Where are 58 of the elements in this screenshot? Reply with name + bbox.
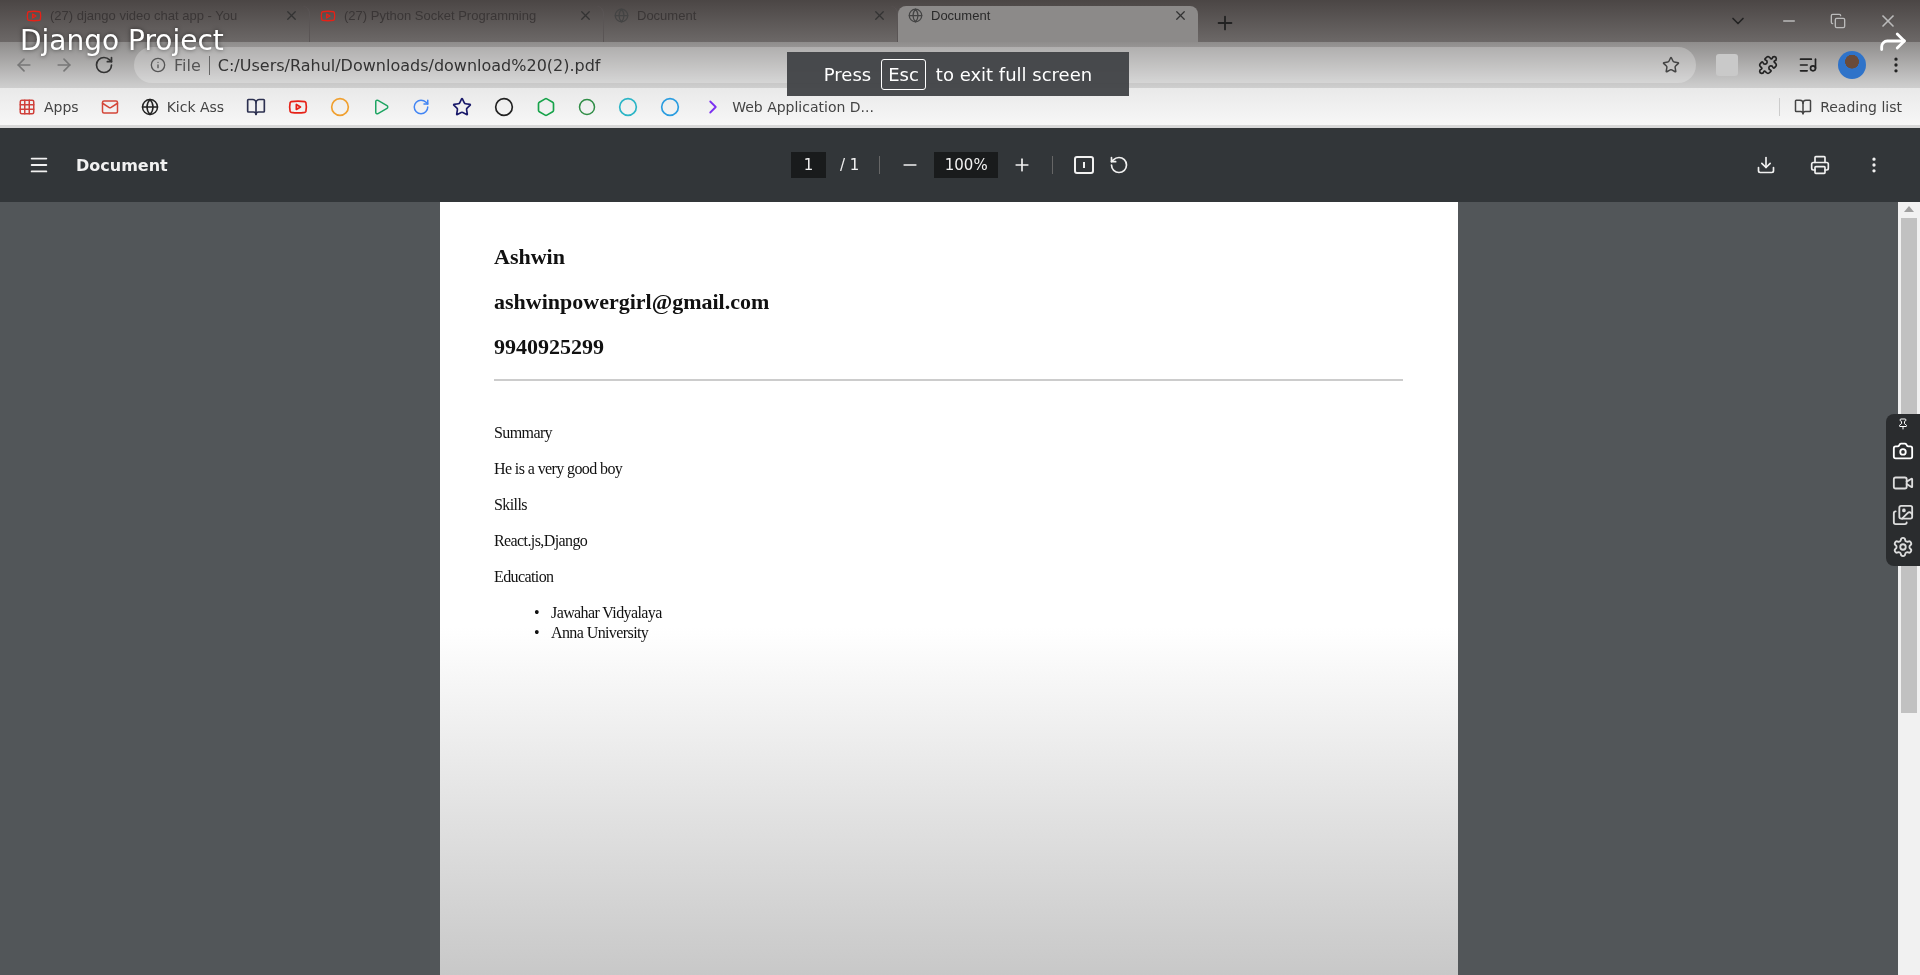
apps-icon xyxy=(18,97,36,116)
bookmark[interactable]: Apps xyxy=(18,97,79,116)
list-item: Anna University xyxy=(551,623,649,643)
list-icon xyxy=(1794,97,1813,116)
heading: 9940925299 xyxy=(494,334,605,360)
paragraph: Summary xyxy=(494,423,554,443)
list-item: Jawahar Vidyalaya xyxy=(551,603,662,623)
url-text: C:/Users/Rahul/Downloads/download%20(2).pdf xyxy=(217,55,601,75)
reload-icon[interactable] xyxy=(94,55,114,75)
globe-icon xyxy=(908,8,923,23)
bookmark-icon[interactable] xyxy=(494,96,515,117)
rotate-icon[interactable] xyxy=(1109,155,1130,175)
paragraph: Education xyxy=(494,567,555,587)
toast-text: Press xyxy=(823,63,872,85)
bookmark[interactable]: Web Application D... xyxy=(702,95,874,118)
puzzle-icon[interactable] xyxy=(1758,55,1778,75)
pin-icon[interactable] xyxy=(1897,418,1909,430)
bullet: • xyxy=(534,623,539,643)
settings-icon[interactable] xyxy=(1892,536,1914,558)
bookmark-label: Apps xyxy=(44,98,79,115)
bookmark-label: Kick Ass xyxy=(166,98,225,115)
globe-icon xyxy=(614,8,629,23)
star-icon[interactable] xyxy=(1662,56,1680,74)
heading: Ashwin xyxy=(494,244,566,270)
page-count: / 1 xyxy=(840,156,860,174)
heading: ashwinpowergirl@gmail.com xyxy=(494,289,771,315)
camera-icon[interactable] xyxy=(1892,440,1914,462)
bookmark-icon[interactable] xyxy=(452,96,473,117)
download-icon[interactable] xyxy=(1756,155,1776,175)
close-icon[interactable] xyxy=(1173,8,1188,23)
browser-tab[interactable]: Document xyxy=(898,6,1198,42)
scheme-label: File xyxy=(174,55,210,75)
paragraph: Skills xyxy=(494,495,528,515)
video-icon xyxy=(320,8,336,24)
esc-key: Esc xyxy=(881,58,926,90)
bullet: • xyxy=(534,603,539,623)
globe-icon xyxy=(140,97,159,116)
paragraph: He is a very good boy xyxy=(494,459,624,479)
tab-title: Document xyxy=(931,8,992,23)
bookmark[interactable]: Kick Ass xyxy=(140,97,225,116)
mail-icon xyxy=(100,97,119,116)
reading-list-label: Reading list xyxy=(1820,98,1902,115)
avatar[interactable] xyxy=(1838,51,1866,79)
paragraph: React.js,Django xyxy=(494,531,589,551)
reading-list-button[interactable]: Reading list xyxy=(1779,97,1902,116)
bookmark-icon[interactable] xyxy=(246,96,267,117)
gallery-icon[interactable] xyxy=(1892,504,1914,526)
fit-page-icon[interactable] xyxy=(1073,155,1096,175)
document-title: Document xyxy=(76,155,168,175)
info-icon xyxy=(150,57,166,73)
page-field[interactable]: 1 xyxy=(790,152,826,178)
toast-text: to exit full screen xyxy=(935,63,1093,85)
media-icon[interactable] xyxy=(1798,55,1818,75)
zoom-field[interactable]: 100% xyxy=(934,152,999,178)
print-icon[interactable] xyxy=(1810,155,1830,175)
video-icon xyxy=(26,8,42,24)
restore-icon[interactable] xyxy=(1830,13,1846,29)
bookmark-label: Web Application D... xyxy=(732,98,874,115)
